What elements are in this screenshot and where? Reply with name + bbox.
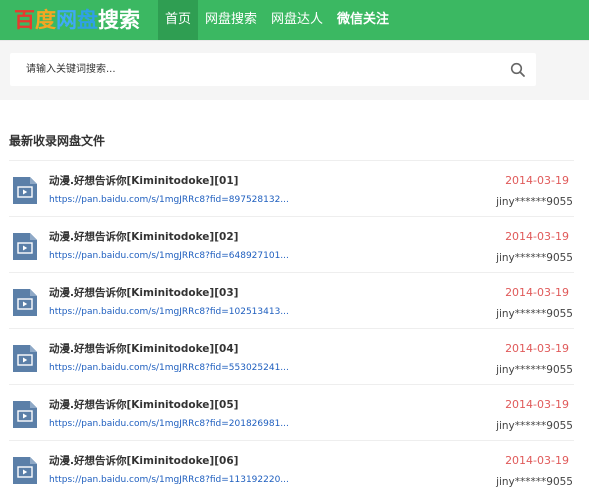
file-uploader: jiny******9055 (496, 476, 573, 488)
file-link[interactable]: https://pan.baidu.com/s/1mgJRRc8?fid=553… (49, 363, 289, 373)
top-navigation-bar: 百度网盘搜索 首页 网盘搜索 网盘达人 微信关注 (0, 0, 589, 40)
file-link[interactable]: https://pan.baidu.com/s/1mgJRRc8?fid=102… (49, 307, 289, 317)
latest-files-panel: 最新收录网盘文件 动漫.好想告诉你[Kiminitodoke][01] http… (0, 100, 589, 500)
video-file-icon (13, 233, 37, 260)
file-name[interactable]: 动漫.好想告诉你[Kiminitodoke][05] (49, 397, 238, 412)
file-link[interactable]: https://pan.baidu.com/s/1mgJRRc8?fid=897… (49, 195, 289, 205)
main-nav: 首页 网盘搜索 网盘达人 微信关注 (158, 0, 396, 40)
file-date: 2014-03-19 (505, 286, 569, 299)
file-link[interactable]: https://pan.baidu.com/s/1mgJRRc8?fid=113… (49, 475, 289, 485)
file-uploader: jiny******9055 (496, 196, 573, 208)
file-link[interactable]: https://pan.baidu.com/s/1mgJRRc8?fid=201… (49, 419, 289, 429)
file-name[interactable]: 动漫.好想告诉你[Kiminitodoke][06] (49, 453, 238, 468)
file-date: 2014-03-19 (505, 342, 569, 355)
logo-char: 度 (35, 8, 56, 32)
file-name[interactable]: 动漫.好想告诉你[Kiminitodoke][04] (49, 341, 238, 356)
file-row: 动漫.好想告诉你[Kiminitodoke][01] https://pan.b… (9, 160, 574, 216)
file-uploader: jiny******9055 (496, 364, 573, 376)
file-row: 动漫.好想告诉你[Kiminitodoke][06] https://pan.b… (9, 440, 574, 496)
video-file-icon (13, 457, 37, 484)
file-uploader: jiny******9055 (496, 420, 573, 432)
search-input[interactable] (10, 53, 500, 86)
nav-pan-search[interactable]: 网盘搜索 (198, 0, 264, 40)
nav-home[interactable]: 首页 (158, 0, 199, 40)
logo-char: 索 (119, 8, 140, 32)
file-date: 2014-03-19 (505, 174, 569, 187)
section-title: 最新收录网盘文件 (9, 134, 106, 148)
file-row: 动漫.好想告诉你[Kiminitodoke][03] https://pan.b… (9, 272, 574, 328)
video-file-icon (13, 401, 37, 428)
file-date: 2014-03-19 (505, 454, 569, 467)
video-file-icon (13, 345, 37, 372)
video-file-icon (13, 289, 37, 316)
file-date: 2014-03-19 (505, 398, 569, 411)
file-uploader: jiny******9055 (496, 308, 573, 320)
search-icon[interactable] (510, 62, 526, 78)
nav-pan-experts[interactable]: 网盘达人 (264, 0, 330, 40)
file-row: 动漫.好想告诉你[Kiminitodoke][02] https://pan.b… (9, 216, 574, 272)
file-row: 动漫.好想告诉你[Kiminitodoke][05] https://pan.b… (9, 384, 574, 440)
file-link[interactable]: https://pan.baidu.com/s/1mgJRRc8?fid=648… (49, 251, 289, 261)
nav-wechat-follow[interactable]: 微信关注 (330, 0, 396, 40)
site-logo[interactable]: 百度网盘搜索 (14, 6, 140, 34)
file-date: 2014-03-19 (505, 230, 569, 243)
logo-char: 盘 (77, 8, 98, 32)
file-name[interactable]: 动漫.好想告诉你[Kiminitodoke][03] (49, 285, 238, 300)
logo-char: 网 (56, 8, 77, 32)
file-name[interactable]: 动漫.好想告诉你[Kiminitodoke][01] (49, 173, 238, 188)
search-box (10, 53, 536, 86)
file-uploader: jiny******9055 (496, 252, 573, 264)
logo-char: 百 (14, 8, 35, 32)
logo-char: 搜 (98, 8, 119, 32)
video-file-icon (13, 177, 37, 204)
file-row: 动漫.好想告诉你[Kiminitodoke][04] https://pan.b… (9, 328, 574, 384)
file-name[interactable]: 动漫.好想告诉你[Kiminitodoke][02] (49, 229, 238, 244)
